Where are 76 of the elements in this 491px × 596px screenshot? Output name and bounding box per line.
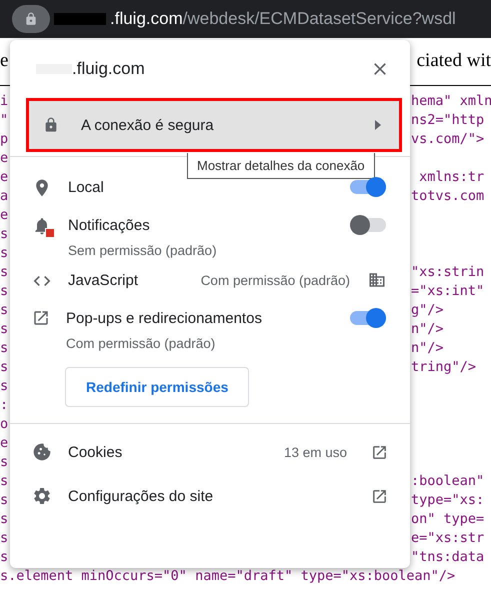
permission-value: Com permissão (padrão) [200, 272, 350, 288]
connection-secure-item[interactable]: A conexão é segura [26, 98, 402, 152]
code-fragment: "tns:data [411, 548, 486, 567]
code-fragment: s [0, 244, 8, 263]
site-link-item[interactable]: Configurações do site [10, 474, 410, 518]
triangle-right-icon [375, 120, 381, 130]
code-fragment: s [0, 529, 8, 548]
site-info-button[interactable] [12, 5, 50, 33]
code-fragment: s [0, 510, 8, 529]
reset-permissions-button[interactable]: Redefinir permissões [65, 367, 250, 407]
code-fragment: n"/> [411, 339, 445, 358]
code-fragment: p [0, 130, 8, 149]
code-fragment: a [0, 187, 8, 206]
code-fragment: s [0, 339, 8, 358]
code-fragment: ="xs:int" [411, 282, 486, 301]
code-fragment: ns2="http [411, 111, 486, 130]
permission-label: Notificações [68, 216, 150, 234]
code-fragment: xmlns:tr [418, 168, 486, 187]
settings-icon [32, 486, 52, 506]
code-fragment: e [0, 434, 8, 453]
external-link-icon [371, 488, 388, 504]
toggle-knob[interactable] [350, 215, 370, 235]
toggle-switch[interactable] [350, 311, 386, 325]
code-fragment: :boolean" [411, 472, 486, 491]
toggle-knob[interactable] [366, 177, 386, 197]
popup-window-icon [32, 309, 50, 327]
tooltip: Mostrar detalhes da conexão [187, 153, 375, 179]
page-heading-text: ciated wit [416, 50, 491, 72]
code-line: s.element minOccurs="0" name="draft" type="xs:boolean"/> [0, 567, 456, 586]
code-fragment: o [0, 415, 8, 434]
permission-label: Local [68, 178, 104, 196]
popup-title: .fluig.com [72, 59, 145, 79]
code-fragment: " [0, 111, 8, 130]
code-fragment: s [0, 548, 8, 567]
code-fragment: i [0, 92, 8, 111]
code-fragment: s [0, 358, 8, 377]
site-link-item[interactable]: Cookies 13 em uso [10, 430, 410, 474]
code-fragment: s [0, 453, 8, 472]
code-fragment: hema" xmln [411, 92, 491, 111]
url-text[interactable]: .fluig.com/webdesk/ECMDatasetService?wsdl [110, 9, 456, 29]
building-icon [368, 271, 386, 289]
code-fragment: type="xs: [411, 491, 486, 510]
cookie-icon [32, 442, 52, 462]
code-fragment: s [0, 491, 8, 510]
external-link-icon [371, 444, 388, 460]
lock-icon [43, 117, 59, 133]
permission-status: Sem permissão (padrão) [68, 243, 218, 258]
code-fragment: "xs:strin [411, 263, 486, 282]
code-fragment: s [0, 282, 8, 301]
code-fragment: e [0, 168, 8, 187]
code-fragment: g"/> [411, 301, 445, 320]
code-fragment: s [0, 225, 8, 244]
code-fragment: e [0, 206, 8, 225]
code-fragment: vs.com/"> [411, 130, 486, 149]
code-fragment: s [0, 377, 8, 396]
code-fragment: n"/> [411, 320, 445, 339]
blocked-badge-icon [45, 228, 55, 238]
toggle-switch[interactable] [350, 218, 386, 232]
toggle-switch[interactable] [350, 180, 386, 194]
permission-label: JavaScript [68, 272, 138, 288]
code-fragment: e [0, 149, 8, 168]
toggle-knob[interactable] [366, 308, 386, 328]
code-fragment: : [0, 396, 8, 415]
permission-label: Pop-ups e redirecionamentos [66, 310, 262, 326]
permission-status: Com permissão (padrão) [66, 336, 216, 351]
code-fragment: totvs.com [411, 187, 486, 206]
redacted-block [54, 13, 106, 25]
code-fragment: s [0, 320, 8, 339]
code-fragment: s [0, 301, 8, 320]
code-fragment: on" type= [411, 510, 486, 529]
code-fragment: e="xs:str [411, 529, 486, 548]
code-fragment: s [0, 472, 8, 491]
code-fragment: s [0, 263, 8, 282]
lock-icon [24, 12, 38, 26]
code-fragment: tring"/> [411, 358, 478, 377]
page-heading-text: e [0, 50, 8, 72]
